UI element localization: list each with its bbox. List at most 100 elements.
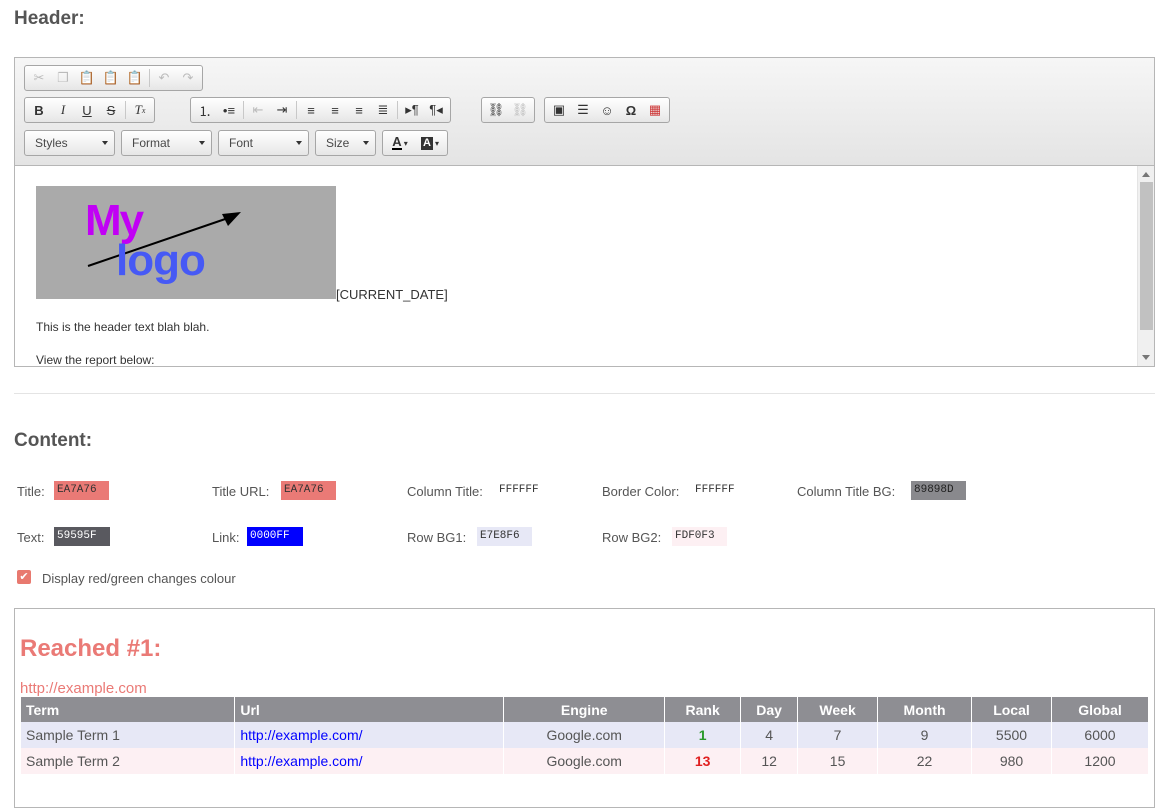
link-group: ⛓ ⛓: [481, 97, 535, 123]
column-header-week: Week: [797, 697, 879, 722]
insert-group: ▣ ☰ ☺ Ω ▦: [544, 97, 670, 123]
row-bg2-input[interactable]: FDF0F3: [672, 527, 727, 546]
paste-text-icon[interactable]: 📋: [99, 67, 123, 89]
scroll-up-icon[interactable]: [1142, 172, 1150, 177]
strikethrough-icon[interactable]: S: [99, 99, 123, 121]
cell-month: 9: [877, 722, 973, 748]
link-color-input[interactable]: 0000FF: [247, 527, 303, 546]
image-icon[interactable]: ▣: [547, 99, 571, 121]
special-char-icon[interactable]: Ω: [619, 99, 643, 121]
format-dropdown[interactable]: Format: [121, 130, 212, 156]
scroll-down-icon[interactable]: [1142, 355, 1150, 360]
basic-styles-group: B I U S Tx: [24, 97, 155, 123]
link-icon[interactable]: ⛓: [484, 99, 508, 121]
column-header-day: Day: [740, 697, 799, 722]
row-bg1-label: Row BG1:: [407, 530, 467, 545]
table-row: Sample Term 1 http://example.com/ Google…: [21, 722, 1150, 748]
chevron-down-icon: [296, 141, 302, 145]
report-table: Term Url Engine Rank Day Week Month Loca…: [21, 697, 1150, 774]
border-color-input[interactable]: FFFFFF: [692, 481, 747, 500]
text-color-icon[interactable]: A ▾: [385, 132, 415, 154]
styles-dropdown[interactable]: Styles: [24, 130, 115, 156]
size-dropdown[interactable]: Size: [315, 130, 376, 156]
cell-rank: 13: [664, 748, 742, 774]
align-center-icon[interactable]: ≡: [323, 99, 347, 121]
chevron-down-icon: [363, 141, 369, 145]
preview-title: Reached #1:: [20, 635, 162, 662]
current-date-token: [CURRENT_DATE]: [336, 287, 448, 302]
row-bg1-input[interactable]: E7E8F6: [477, 527, 532, 546]
editor-scrollbar[interactable]: [1137, 166, 1154, 366]
bulleted-list-icon[interactable]: •≡: [217, 99, 241, 121]
align-left-icon[interactable]: ≡: [299, 99, 323, 121]
horizontal-rule-icon[interactable]: ☰: [571, 99, 595, 121]
cell-url[interactable]: http://example.com/: [234, 748, 505, 774]
cell-url[interactable]: http://example.com/: [234, 722, 505, 748]
cut-icon[interactable]: ✂: [27, 67, 51, 89]
table-header-row: Term Url Engine Rank Day Week Month Loca…: [21, 697, 1150, 722]
header-editor[interactable]: ✂ ❐ 📋 📋 📋 ↶ ↷ B I U S Tx ⒈ •≡ ⇤ ⇥ ≡ ≡ ≡: [14, 57, 1155, 367]
cell-global: 6000: [1051, 722, 1150, 748]
clipboard-group: ✂ ❐ 📋 📋 📋 ↶ ↷: [24, 65, 203, 91]
paste-word-icon[interactable]: 📋: [123, 67, 147, 89]
column-title-color-input[interactable]: FFFFFF: [496, 481, 551, 500]
scroll-thumb[interactable]: [1140, 182, 1153, 330]
column-title-color-label: Column Title:: [407, 484, 483, 499]
underline-icon[interactable]: U: [75, 99, 99, 121]
column-title-bg-input[interactable]: 89898D: [911, 481, 966, 500]
paragraph-group: ⒈ •≡ ⇤ ⇥ ≡ ≡ ≡ ≣ ▸¶ ¶◂: [190, 97, 451, 123]
rtl-icon[interactable]: ¶◂: [424, 99, 448, 121]
cell-week: 7: [797, 722, 879, 748]
divider: [14, 393, 1155, 394]
background-color-icon[interactable]: A ▾: [415, 132, 445, 154]
cell-term: Sample Term 2: [21, 748, 236, 774]
editor-toolbar: ✂ ❐ 📋 📋 📋 ↶ ↷ B I U S Tx ⒈ •≡ ⇤ ⇥ ≡ ≡ ≡: [15, 58, 1154, 166]
ltr-icon[interactable]: ▸¶: [400, 99, 424, 121]
logo-image: My logo: [36, 186, 336, 299]
numbered-list-icon[interactable]: ⒈: [193, 99, 217, 121]
column-header-term: Term: [21, 697, 236, 722]
chevron-down-icon: [199, 141, 205, 145]
column-header-engine: Engine: [503, 697, 666, 722]
cell-rank: 1: [664, 722, 742, 748]
header-section-title: Header:: [14, 8, 85, 29]
cell-engine: Google.com: [503, 748, 666, 774]
italic-icon[interactable]: I: [51, 99, 75, 121]
content-section-title: Content:: [14, 430, 93, 451]
calendar-icon[interactable]: ▦: [643, 99, 667, 121]
remove-format-icon[interactable]: Tx: [128, 99, 152, 121]
indent-icon[interactable]: ⇥: [270, 99, 294, 121]
cell-engine: Google.com: [503, 722, 666, 748]
paste-icon[interactable]: 📋: [75, 67, 99, 89]
title-color-label: Title:: [17, 484, 45, 499]
cell-term: Sample Term 1: [21, 722, 236, 748]
copy-icon[interactable]: ❐: [51, 67, 75, 89]
outdent-icon[interactable]: ⇤: [246, 99, 270, 121]
cell-day: 4: [740, 722, 799, 748]
redo-icon[interactable]: ↷: [176, 67, 200, 89]
align-right-icon[interactable]: ≡: [347, 99, 371, 121]
unlink-icon[interactable]: ⛓: [508, 99, 532, 121]
font-dropdown[interactable]: Font: [218, 130, 309, 156]
title-url-color-input[interactable]: EA7A76: [281, 481, 336, 500]
preview-url[interactable]: http://example.com: [20, 680, 147, 697]
row-bg2-label: Row BG2:: [602, 530, 662, 545]
bold-icon[interactable]: B: [27, 99, 51, 121]
cell-global: 1200: [1051, 748, 1150, 774]
cell-week: 15: [797, 748, 879, 774]
undo-icon[interactable]: ↶: [152, 67, 176, 89]
column-header-rank: Rank: [664, 697, 742, 722]
text-color-input[interactable]: 59595F: [54, 527, 110, 546]
smiley-icon[interactable]: ☺: [595, 99, 619, 121]
title-color-input[interactable]: EA7A76: [54, 481, 109, 500]
color-group: A ▾ A ▾: [382, 130, 448, 156]
chevron-down-icon: [102, 141, 108, 145]
border-color-label: Border Color:: [602, 484, 680, 499]
editor-content[interactable]: My logo [CURRENT_DATE] This is the heade…: [15, 166, 1138, 366]
link-color-label: Link:: [212, 530, 240, 545]
align-justify-icon[interactable]: ≣: [371, 99, 395, 121]
column-header-global: Global: [1051, 697, 1150, 722]
cell-local: 980: [971, 748, 1052, 774]
column-header-url: Url: [234, 697, 505, 722]
display-changes-checkbox[interactable]: ✔: [17, 570, 31, 584]
